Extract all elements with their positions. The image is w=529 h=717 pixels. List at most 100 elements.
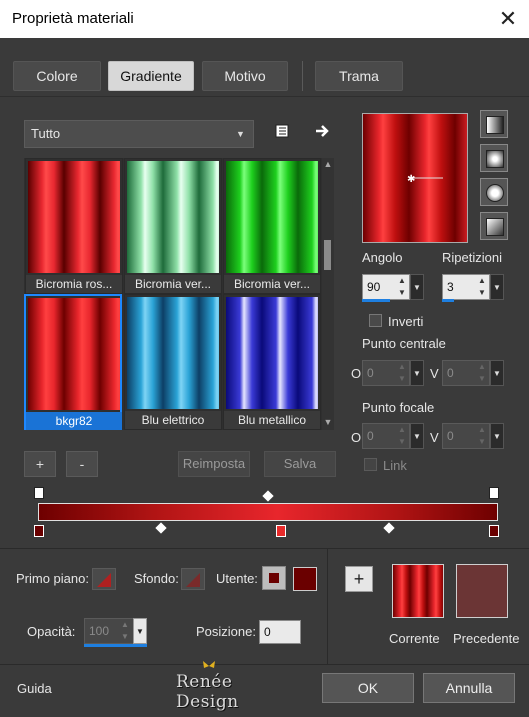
cancel-button[interactable]: Annulla	[423, 673, 515, 703]
invert-checkbox[interactable]	[369, 314, 382, 327]
color-midpoint-marker[interactable]	[155, 522, 167, 534]
gradient-thumb-selected[interactable]: bkgr82	[24, 294, 122, 430]
add-gradient-button[interactable]: +	[24, 451, 56, 477]
background-label: Sfondo:	[134, 571, 179, 586]
gradient-bar[interactable]	[38, 503, 498, 521]
repeats-label: Ripetizioni	[442, 250, 502, 265]
focal-x-label: O	[351, 430, 362, 445]
library-icon[interactable]	[273, 122, 291, 140]
tab-separator	[302, 61, 303, 91]
gallery-scrollbar[interactable]	[322, 158, 334, 430]
foreground-swatch[interactable]	[92, 568, 116, 590]
center-x-label: O	[351, 366, 362, 381]
chevron-down-icon[interactable]: ▼	[410, 360, 424, 386]
rectangular-style-button[interactable]	[480, 144, 508, 172]
gradient-label: Bicromia ros...	[26, 275, 122, 293]
close-icon[interactable]: ✕	[495, 6, 521, 32]
arrow-right-icon[interactable]	[313, 122, 331, 140]
current-label: Corrente	[389, 631, 440, 646]
previous-label: Precedente	[453, 631, 520, 646]
help-link[interactable]: Guida	[17, 681, 52, 696]
center-point-label: Punto centrale	[362, 336, 446, 351]
tab-trama[interactable]: Trama	[315, 61, 403, 91]
section-divider	[0, 664, 529, 665]
save-button[interactable]: Salva	[264, 451, 336, 477]
remove-gradient-button[interactable]: -	[66, 451, 98, 477]
add-swatch-button[interactable]: +	[345, 566, 373, 592]
gradient-thumb[interactable]: Bicromia ver...	[223, 158, 321, 294]
chevron-down-icon[interactable]: ▼	[490, 423, 504, 449]
spin-arrows-icon[interactable]: ▲ ▼	[476, 424, 488, 448]
position-input[interactable]: 0	[259, 620, 301, 644]
spin-arrows-icon[interactable]: ▲ ▼	[476, 275, 488, 299]
spin-arrows-icon[interactable]: ▲ ▼	[396, 424, 408, 448]
butterfly-icon	[202, 660, 216, 672]
gradient-label: Blu elettrico	[125, 411, 221, 429]
radial-style-button[interactable]	[480, 212, 508, 240]
opacity-midpoint-marker[interactable]	[262, 490, 274, 502]
color-stop-marker[interactable]	[489, 525, 499, 537]
focal-point-label: Punto focale	[362, 400, 435, 415]
chevron-down-icon[interactable]: ▼	[133, 618, 147, 644]
scrollbar-thumb[interactable]	[324, 240, 331, 270]
invert-label: Inverti	[388, 314, 424, 329]
spin-arrows-icon[interactable]: ▲ ▼	[396, 275, 408, 299]
section-divider	[327, 549, 328, 664]
gradient-swatch	[226, 161, 318, 273]
color-stop-marker[interactable]	[34, 525, 44, 537]
tab-gradiente[interactable]: Gradiente	[108, 61, 194, 91]
color-midpoint-marker[interactable]	[383, 522, 395, 534]
chevron-down-icon[interactable]: ▼	[410, 423, 424, 449]
category-dropdown[interactable]: Tutto	[24, 120, 254, 148]
gradient-label: Blu metallico	[224, 411, 320, 429]
reset-button[interactable]: Reimposta	[178, 451, 250, 477]
chevron-down-icon[interactable]: ▼	[410, 274, 424, 300]
gradient-swatch	[28, 161, 120, 273]
gradient-swatch	[28, 298, 120, 410]
opacity-stop-marker[interactable]	[34, 487, 44, 499]
link-checkbox[interactable]	[364, 458, 377, 471]
ok-button[interactable]: OK	[322, 673, 414, 703]
gradient-label: bkgr82	[26, 412, 122, 430]
tab-divider	[0, 96, 529, 97]
spin-arrows-icon[interactable]: ▲ ▼	[396, 361, 408, 385]
chevron-down-icon[interactable]: ▼	[490, 274, 504, 300]
gradient-thumb[interactable]: Blu metallico	[223, 294, 321, 430]
sunburst-style-button[interactable]	[480, 178, 508, 206]
gradient-thumb[interactable]: Bicromia ver...	[124, 158, 222, 294]
spin-arrows-icon[interactable]: ▲ ▼	[476, 361, 488, 385]
spin-arrows-icon[interactable]: ▲ ▼	[119, 619, 131, 643]
current-swatch[interactable]	[392, 564, 444, 618]
tab-motivo[interactable]: Motivo	[202, 61, 288, 91]
color-stop-marker[interactable]	[276, 525, 286, 537]
angle-slider[interactable]	[362, 299, 390, 302]
opacity-stop-marker[interactable]	[489, 487, 499, 499]
scroll-down-icon[interactable]: ▼	[322, 417, 334, 427]
link-label: Link	[383, 458, 407, 473]
chevron-down-icon[interactable]: ▼	[490, 360, 504, 386]
center-y-label: V	[430, 366, 439, 381]
gradient-swatch	[226, 297, 318, 409]
chevron-down-icon: ▼	[236, 129, 245, 139]
previous-swatch[interactable]	[456, 564, 508, 618]
gradient-thumb[interactable]: Blu elettrico	[124, 294, 222, 430]
watermark-logo: Renée Design	[176, 672, 239, 712]
gradient-preview[interactable]: ✱	[362, 113, 468, 243]
background-swatch[interactable]	[181, 568, 205, 590]
user-color-swatch[interactable]	[293, 567, 317, 591]
linear-style-button[interactable]	[480, 110, 508, 138]
foreground-label: Primo piano:	[16, 571, 89, 586]
window-title: Proprietà materiali	[12, 10, 134, 27]
gradient-label: Bicromia ver...	[224, 275, 320, 293]
opacity-label: Opacità:	[27, 624, 76, 639]
gradient-thumb[interactable]: Bicromia ros...	[25, 158, 123, 294]
angle-label: Angolo	[362, 250, 403, 265]
position-label: Posizione:	[196, 624, 256, 639]
user-color-chip	[269, 573, 279, 583]
gradient-label: Bicromia ver...	[125, 275, 221, 293]
scroll-up-icon[interactable]: ▲	[322, 159, 334, 169]
repeats-slider[interactable]	[442, 299, 454, 302]
user-color-selected[interactable]	[262, 566, 286, 590]
tab-colore[interactable]: Colore	[13, 61, 101, 91]
opacity-slider[interactable]	[84, 644, 147, 647]
